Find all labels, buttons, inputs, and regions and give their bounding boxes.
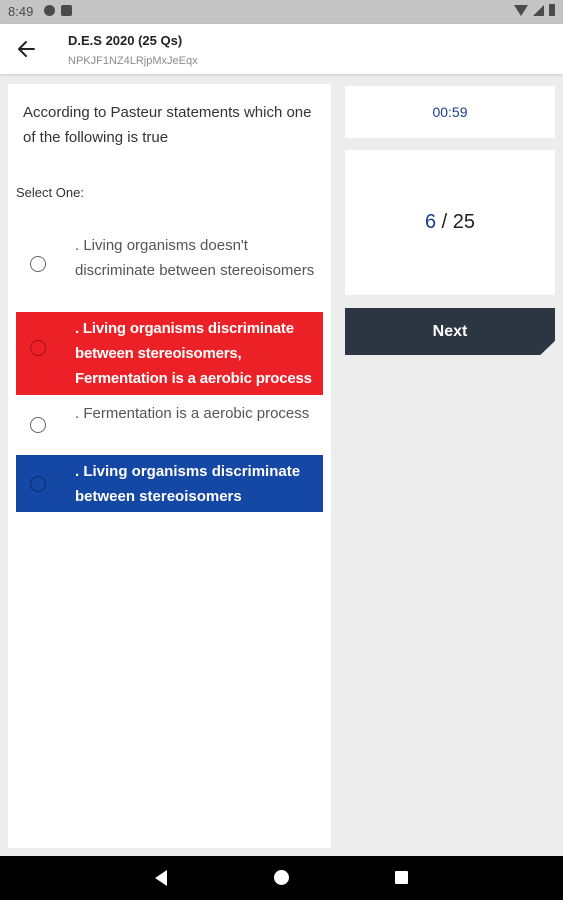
data-saver-icon [44, 5, 55, 16]
answer-option-label: . Living organisms discriminate between … [75, 463, 301, 505]
answer-option-label: . Fermentation is a aerobic process [75, 405, 310, 422]
nav-recents-icon[interactable] [395, 871, 408, 884]
radio-button[interactable] [30, 476, 46, 492]
progress-current: 6 [424, 211, 437, 233]
back-button[interactable] [14, 37, 40, 61]
radio-button[interactable] [30, 417, 46, 433]
nav-back-icon[interactable] [155, 870, 167, 886]
answer-option-4-correct[interactable]: . Living organisms discriminate between … [16, 455, 323, 512]
answer-option-label: . Living organisms doesn't discriminate … [75, 237, 315, 279]
status-right-icons [514, 4, 555, 16]
battery-icon [549, 4, 555, 16]
wifi-icon [514, 4, 528, 16]
timer-card: 00:59 [345, 86, 555, 138]
radio-button[interactable] [30, 340, 46, 356]
system-nav-bar [0, 856, 563, 900]
answer-option-2-wrong[interactable]: . Living organisms discriminate between … [16, 312, 323, 395]
question-text: According to Pasteur statements which on… [23, 104, 312, 146]
timer-value: 00:59 [432, 104, 468, 120]
next-button[interactable]: Next [345, 308, 555, 355]
radio-button[interactable] [30, 256, 46, 272]
nav-home-icon[interactable] [274, 870, 289, 885]
progress-card: 6 / 25 [345, 150, 555, 295]
arrow-left-icon [18, 41, 35, 57]
status-time: 8:49 [8, 4, 34, 19]
select-one-label: Select One: [16, 185, 84, 200]
answer-option-label: . Living organisms discriminate between … [75, 320, 312, 387]
status-bar: 8:49 [0, 0, 563, 24]
answer-option-3[interactable]: . Fermentation is a aerobic process [16, 401, 323, 453]
status-left-icons [44, 5, 72, 16]
question-progress: 6 / 25 [425, 211, 475, 234]
answer-option-1[interactable]: . Living organisms doesn't discriminate … [16, 233, 323, 309]
app-title: D.E.S 2020 (25 Qs) [68, 33, 183, 48]
signal-icon [533, 4, 544, 16]
app-subtitle: NPKJF1NZ4LRjpMxJeEqx [68, 55, 198, 67]
app-bar: D.E.S 2020 (25 Qs) NPKJF1NZ4LRjpMxJeEqx [0, 24, 563, 74]
question-card: According to Pasteur statements which on… [8, 84, 331, 848]
progress-separator: / [436, 211, 453, 233]
sd-card-icon [61, 5, 72, 16]
progress-total: 25 [452, 211, 476, 233]
